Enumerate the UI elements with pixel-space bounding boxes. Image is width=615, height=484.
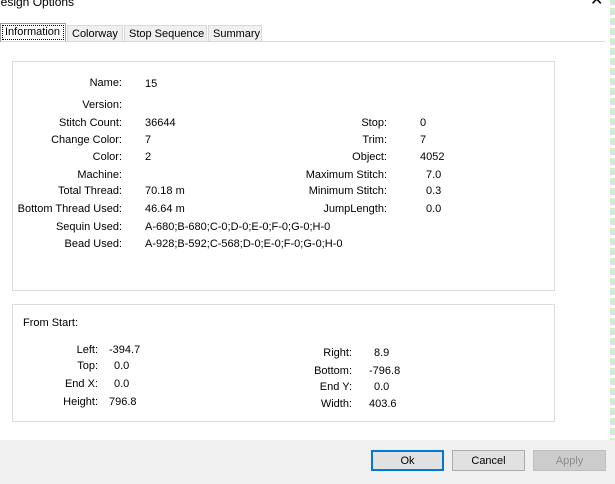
ok-button[interactable]: Ok xyxy=(371,450,444,471)
jump-length-value: 0.0 xyxy=(426,203,442,215)
left-label: Left: xyxy=(76,344,98,356)
top-value: 0.0 xyxy=(114,360,130,372)
window-title: Design Options xyxy=(0,0,75,9)
max-stitch-value: 7.0 xyxy=(426,169,442,181)
name-label: Name: xyxy=(89,77,122,89)
cancel-button[interactable]: Cancel xyxy=(452,450,525,471)
tab-colorway[interactable]: Colorway xyxy=(67,25,123,41)
color-label: Color: xyxy=(92,151,122,163)
width-label: Width: xyxy=(320,398,352,410)
end-x-label: End X: xyxy=(64,378,98,390)
tab-stop-sequence[interactable]: Stop Sequence xyxy=(124,25,207,41)
total-thread-label: Total Thread: xyxy=(57,185,122,197)
title-bar: Design Options ✕ xyxy=(0,0,615,12)
object-label: Object: xyxy=(352,151,387,163)
trim-label: Trim: xyxy=(362,134,387,146)
min-stitch-value: 0.3 xyxy=(426,185,442,197)
object-value: 4052 xyxy=(420,151,445,163)
stitch-count-value: 36644 xyxy=(145,117,176,129)
tab-summary[interactable]: Summary xyxy=(208,25,262,41)
bead-value: A-928;B-592;C-568;D-0;E-0;F-0;G-0;H-0 xyxy=(145,238,343,250)
tab-strip: Information Colorway Stop Sequence Summa… xyxy=(0,23,610,42)
trim-value: 7 xyxy=(420,134,427,146)
min-stitch-label: Minimum Stitch: xyxy=(308,185,387,197)
height-value: 796.8 xyxy=(109,396,137,408)
version-label: Version: xyxy=(82,99,122,111)
bottom-thread-value: 46.64 m xyxy=(145,203,185,215)
bottom-thread-label: Bottom Thread Used: xyxy=(17,203,122,215)
stop-value: 0 xyxy=(420,117,427,129)
button-bar: Ok Cancel Apply xyxy=(0,440,615,484)
window-edge xyxy=(610,0,615,484)
sequin-label: Sequin Used: xyxy=(55,221,122,233)
end-y-value: 0.0 xyxy=(374,381,390,393)
apply-button: Apply xyxy=(533,450,606,471)
machine-label: Machine: xyxy=(77,169,122,181)
end-y-label: End Y: xyxy=(319,381,352,393)
right-label: Right: xyxy=(323,347,352,359)
close-icon[interactable]: ✕ xyxy=(590,0,603,9)
bottom-value: -796.8 xyxy=(369,365,401,377)
from-start-heading: From Start: xyxy=(23,317,79,329)
left-value: -394.7 xyxy=(109,344,141,356)
stop-label: Stop: xyxy=(361,117,387,129)
jump-length-label: JumpLength: xyxy=(323,203,387,215)
max-stitch-label: Maximum Stitch: xyxy=(305,169,387,181)
end-x-value: 0.0 xyxy=(114,378,130,390)
width-value: 403.6 xyxy=(369,398,397,410)
tab-information[interactable]: Information xyxy=(0,23,66,42)
sequin-value: A-680;B-680;C-0;D-0;E-0;F-0;G-0;H-0 xyxy=(145,221,331,233)
change-color-label: Change Color: xyxy=(51,134,122,146)
bottom-label: Bottom: xyxy=(314,365,352,377)
stitch-count-label: Stitch Count: xyxy=(59,117,122,129)
name-value: 15 xyxy=(145,78,158,90)
top-label: Top: xyxy=(77,360,98,372)
change-color-value: 7 xyxy=(145,134,152,146)
color-value: 2 xyxy=(145,151,152,163)
right-value: 8.9 xyxy=(374,347,390,359)
total-thread-value: 70.18 m xyxy=(145,185,185,197)
height-label: Height: xyxy=(63,396,98,408)
bead-label: Bead Used: xyxy=(64,238,122,250)
